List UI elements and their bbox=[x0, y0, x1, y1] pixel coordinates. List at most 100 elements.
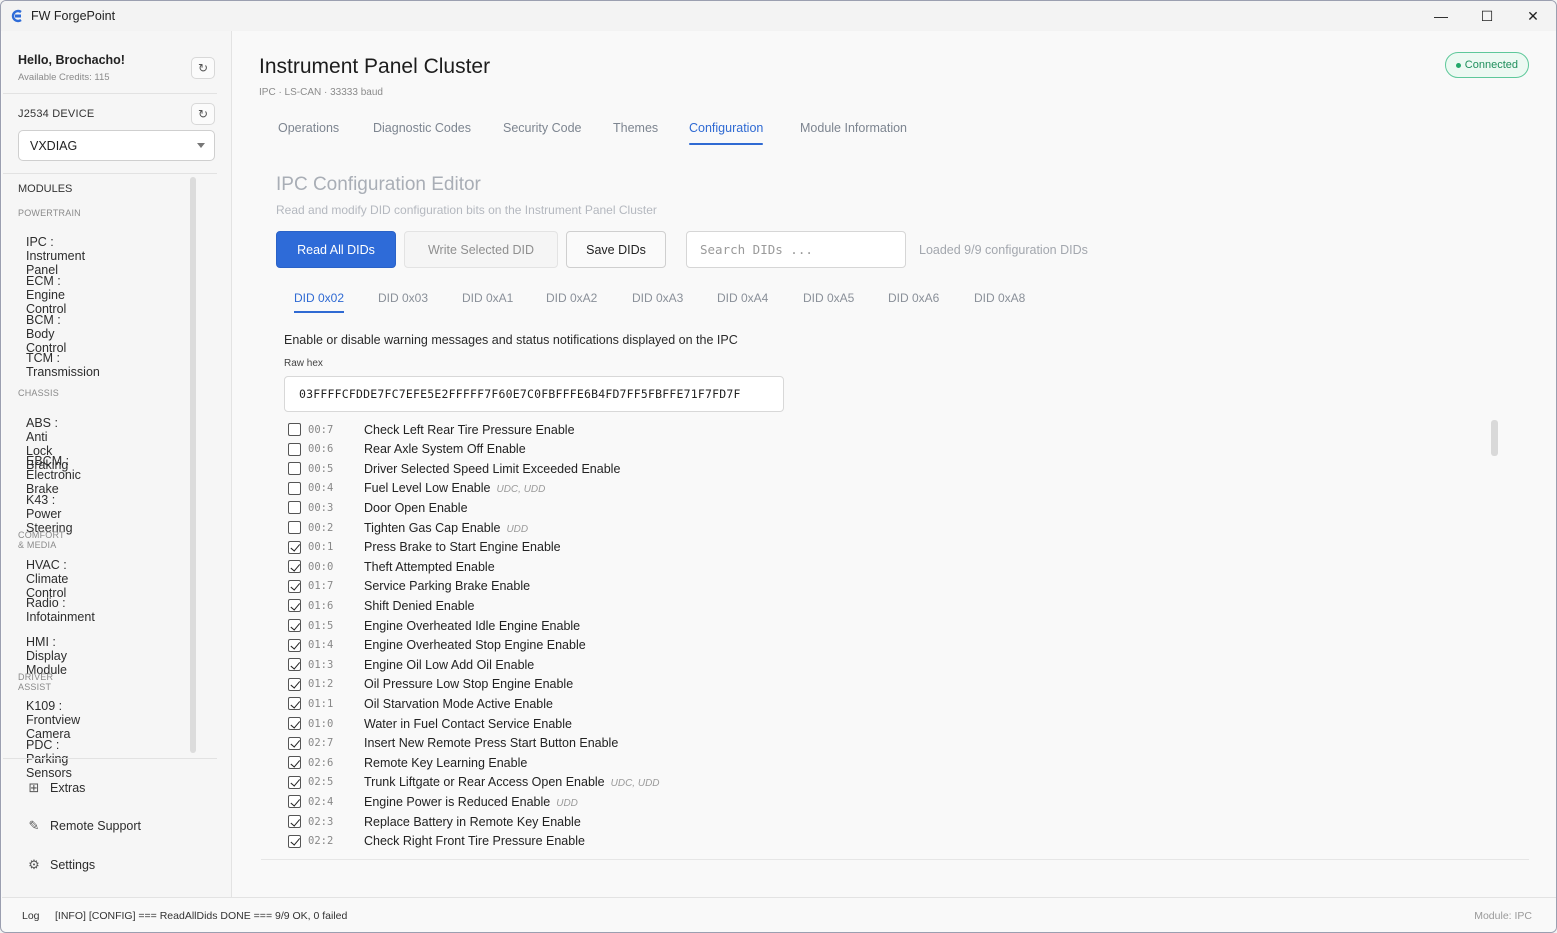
tab-did-0xa8[interactable]: DID 0xA8 bbox=[974, 291, 1025, 305]
refresh-device-button[interactable]: ↻ bbox=[191, 103, 215, 125]
tab-themes[interactable]: Themes bbox=[613, 121, 658, 135]
bit-checkbox[interactable] bbox=[288, 795, 301, 809]
bit-name: Rear Axle System Off Enable bbox=[364, 442, 526, 457]
bit-name: Engine Overheated Idle Engine Enable bbox=[364, 618, 581, 633]
bit-name-cell: Service Parking Brake Enable bbox=[364, 579, 530, 593]
refresh-icon: ↻ bbox=[197, 107, 209, 121]
bit-checkbox[interactable] bbox=[288, 423, 301, 436]
settings-link[interactable]: ⚙ Settings bbox=[26, 857, 95, 873]
tab-diagnostic-codes[interactable]: Diagnostic Codes bbox=[373, 121, 471, 135]
refresh-credits-button[interactable]: ↻ bbox=[191, 57, 215, 79]
module-item-radio[interactable]: Radio : Infotainment bbox=[26, 596, 95, 624]
config-bit-row[interactable]: 01:2 Oil Pressure Low Stop Engine Enable bbox=[288, 675, 573, 694]
bit-checkbox[interactable] bbox=[288, 619, 301, 632]
tab-operations[interactable]: Operations bbox=[278, 121, 339, 135]
bit-checkbox[interactable] bbox=[288, 834, 301, 848]
config-bit-row[interactable]: 00:7 Check Left Rear Tire Pressure Enable bbox=[288, 420, 575, 439]
config-bit-row[interactable]: 00:6 Rear Axle System Off Enable bbox=[288, 440, 526, 459]
bit-name: Check Right Front Tire Pressure Enable bbox=[364, 834, 585, 849]
bit-checkbox[interactable] bbox=[288, 697, 301, 711]
config-bit-row[interactable]: 02:5 Trunk Liftgate or Rear Access Open E… bbox=[288, 773, 660, 792]
tab-did-0xa5[interactable]: DID 0xA5 bbox=[803, 291, 854, 305]
bit-checkbox[interactable] bbox=[288, 481, 301, 495]
bit-checkbox[interactable] bbox=[288, 501, 301, 515]
device-select[interactable]: VXDIAG bbox=[18, 130, 215, 161]
save-dids-button[interactable]: Save DIDs bbox=[566, 231, 666, 268]
settings-label: Settings bbox=[50, 858, 96, 872]
raw-hex-field[interactable]: 03FFFFCFDDE7FC7EFE5E2FFFFF7F60E7C0FBFFFE… bbox=[284, 376, 784, 412]
config-bit-row[interactable]: 01:3 Engine Oil Low Add Oil Enable bbox=[288, 655, 534, 674]
tab-did-0xa6[interactable]: DID 0xA6 bbox=[888, 291, 939, 305]
config-bit-row[interactable]: 01:4 Engine Overheated Stop Engine Enable bbox=[288, 636, 586, 655]
tab-module-information[interactable]: Module Information bbox=[800, 121, 907, 135]
bit-checkbox[interactable] bbox=[288, 560, 301, 574]
tab-security-code[interactable]: Security Code bbox=[503, 121, 582, 135]
config-bit-row[interactable]: 00:2 Tighten Gas Cap Enable UDD bbox=[288, 518, 528, 537]
bit-name-cell: Shift Denied Enable bbox=[364, 599, 475, 613]
bit-checkbox[interactable] bbox=[288, 775, 301, 789]
bit-position: 01:3 bbox=[308, 658, 334, 671]
bit-checkbox[interactable] bbox=[288, 638, 301, 652]
search-dids-input[interactable] bbox=[686, 231, 906, 268]
config-bit-row[interactable]: 02:4 Engine Power is Reduced Enable UDD bbox=[288, 792, 578, 811]
bit-checkbox[interactable] bbox=[288, 717, 301, 730]
read-all-dids-button[interactable]: Read All DIDs bbox=[276, 231, 396, 268]
extras-link[interactable]: ⊞ Extras bbox=[26, 780, 86, 796]
config-bit-row[interactable]: 00:0 Theft Attempted Enable bbox=[288, 557, 495, 576]
module-item-bcm[interactable]: BCM : Body Control bbox=[26, 313, 66, 355]
bit-checkbox[interactable] bbox=[288, 462, 301, 476]
config-bit-row[interactable]: 02:2 Check Right Front Tire Pressure Enab… bbox=[288, 832, 585, 851]
tab-did-0x03[interactable]: DID 0x03 bbox=[378, 291, 428, 305]
config-bit-row[interactable]: 02:7 Insert New Remote Press Start Button… bbox=[288, 734, 618, 753]
module-item-pdc[interactable]: PDC : Parking Sensors bbox=[26, 738, 72, 780]
tab-did-0xa1[interactable]: DID 0xA1 bbox=[462, 291, 513, 305]
bit-checkbox[interactable] bbox=[288, 540, 301, 554]
config-bit-row[interactable]: 01:7 Service Parking Brake Enable bbox=[288, 577, 530, 596]
tab-configuration[interactable]: Configuration bbox=[689, 121, 764, 145]
bit-checkbox[interactable] bbox=[288, 521, 301, 534]
maximize-button[interactable]: ☐ bbox=[1464, 1, 1510, 31]
bit-checkbox[interactable] bbox=[288, 815, 301, 828]
bit-checkbox[interactable] bbox=[288, 442, 301, 456]
close-button[interactable]: ✕ bbox=[1510, 1, 1556, 31]
module-item-ebcm[interactable]: EBCM : Electronic Brake bbox=[26, 454, 81, 496]
sidebar-scrollbar[interactable] bbox=[190, 177, 196, 753]
bit-checkbox[interactable] bbox=[288, 736, 301, 750]
module-item-tcm[interactable]: TCM : Transmission bbox=[26, 351, 100, 379]
module-item-ecm[interactable]: ECM : Engine Control bbox=[26, 274, 66, 316]
write-selected-did-button[interactable]: Write Selected DID bbox=[404, 231, 558, 268]
bit-checkbox[interactable] bbox=[288, 599, 301, 613]
module-item-k109[interactable]: K109 : Frontview Camera bbox=[26, 699, 80, 741]
config-bit-row[interactable]: 00:4 Fuel Level Low Enable UDC, UDD bbox=[288, 479, 545, 498]
log-label[interactable]: Log bbox=[22, 910, 40, 922]
tab-did-0xa4[interactable]: DID 0xA4 bbox=[717, 291, 768, 305]
config-bit-row[interactable]: 01:6 Shift Denied Enable bbox=[288, 596, 475, 615]
config-bit-row[interactable]: 01:0 Water in Fuel Contact Service Enable bbox=[288, 714, 572, 733]
config-bit-row[interactable]: 01:5 Engine Overheated Idle Engine Enable bbox=[288, 616, 580, 635]
tab-did-0xa2[interactable]: DID 0xA2 bbox=[546, 291, 597, 305]
bit-checkbox[interactable] bbox=[288, 677, 301, 691]
bit-position: 01:4 bbox=[308, 639, 334, 652]
config-bit-row[interactable]: 00:5 Driver Selected Speed Limit Exceeded… bbox=[288, 459, 620, 478]
config-bit-row[interactable]: 00:3 Door Open Enable bbox=[288, 498, 468, 517]
config-bit-row[interactable]: 02:3 Replace Battery in Remote Key Enable bbox=[288, 812, 581, 831]
tab-did-0x02[interactable]: DID 0x02 bbox=[294, 291, 345, 313]
module-item-hvac[interactable]: HVAC : Climate Control bbox=[26, 558, 68, 600]
bit-position: 00:5 bbox=[308, 462, 334, 475]
config-bit-row[interactable]: 00:1 Press Brake to Start Engine Enable bbox=[288, 538, 561, 557]
bit-checkbox[interactable] bbox=[288, 756, 301, 770]
minimize-button[interactable]: — bbox=[1418, 1, 1464, 31]
tab-did-0xa3[interactable]: DID 0xA3 bbox=[632, 291, 683, 305]
module-item-ipc[interactable]: IPC : Instrument Panel bbox=[26, 235, 85, 277]
module-item-k43[interactable]: K43 : Power Steering bbox=[26, 493, 73, 535]
chevron-down-icon bbox=[197, 143, 205, 148]
list-scrollbar[interactable] bbox=[1491, 420, 1498, 456]
module-item-hmi[interactable]: HMI : Display Module bbox=[26, 635, 67, 677]
bit-checkbox[interactable] bbox=[288, 658, 301, 672]
sidebar-divider bbox=[3, 173, 217, 174]
config-bit-row[interactable]: 02:6 Remote Key Learning Enable bbox=[288, 753, 527, 772]
remote-support-link[interactable]: ✎ Remote Support bbox=[26, 818, 141, 834]
bit-checkbox[interactable] bbox=[288, 579, 301, 593]
bit-position: 02:6 bbox=[308, 756, 334, 769]
config-bit-row[interactable]: 01:1 Oil Starvation Mode Active Enable bbox=[288, 694, 553, 713]
